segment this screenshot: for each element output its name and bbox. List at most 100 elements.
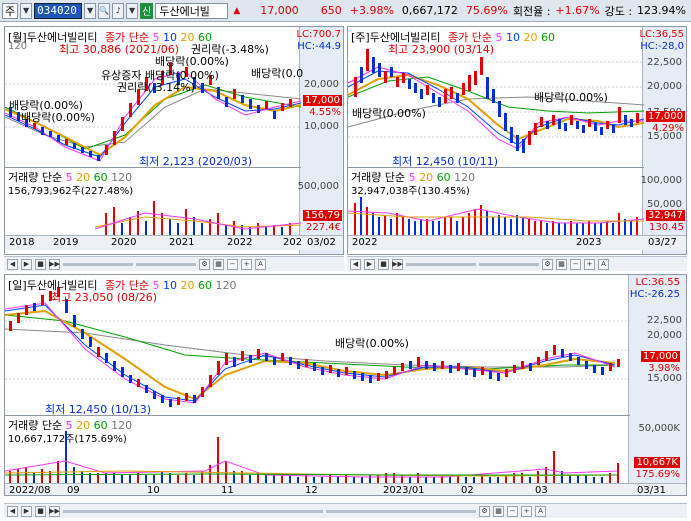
daily-chart-panel[interactable]: [일]두산에너빌리티 종가 단순 5 10 20 60 120 최고 23,05… (4, 274, 687, 496)
volume-pct-box: 227.4€ (306, 222, 341, 233)
hc-value: HC:-28,0 (640, 41, 684, 52)
monthly-volume-plot (94, 201, 301, 235)
price-tick: 22,500 (647, 315, 682, 326)
current-price: 17,000 (260, 4, 299, 17)
chevron-down-icon[interactable]: ▼ (20, 2, 33, 19)
x-label: 09 (67, 485, 80, 496)
current-price-box: 17,000 (641, 351, 680, 362)
x-label: 2023 (576, 237, 602, 248)
ma60-label: 60 (198, 279, 213, 292)
next-button[interactable]: ▶ (21, 258, 32, 270)
volume-tick: 50,000K (638, 423, 680, 434)
price-change-pct: +3.98% (349, 4, 394, 17)
trade-volume: 0,667,172 (401, 4, 458, 17)
settings-icon[interactable]: ⚙ (479, 505, 490, 517)
ma60-label: 60 (541, 31, 556, 44)
ma120-label: 120 (8, 41, 28, 52)
range-slider[interactable] (136, 262, 196, 266)
volume-box: 156,79 (303, 210, 342, 221)
monthly-chart-panel[interactable]: [월]두산에너빌리티 종가 단순 5 10 20 60 120 최고 30,88… (4, 26, 344, 255)
fast-forward-button[interactable]: ▶▶ (392, 258, 403, 270)
pct-box: 4.55% (309, 107, 341, 118)
top-toolbar: 주 ▼ ▼ 🔍 ♪ ▼ 신 두산에너빌 ▲ 17,000 650 +3.98% … (0, 0, 691, 22)
grid-icon[interactable]: ▦ (213, 258, 224, 270)
hc-value: HC:-26.25 (629, 289, 680, 300)
current-price-box: 17,000 (646, 111, 685, 122)
volume-box: 10,667K (634, 457, 680, 468)
volume-pct: 75.69% (465, 4, 508, 17)
scroll-slider[interactable] (406, 262, 476, 266)
x-label: 02 (461, 485, 474, 496)
stock-name-field[interactable]: 두산에너빌 (155, 2, 229, 19)
ma10-label: 10 (163, 279, 178, 292)
stop-button[interactable]: ■ (378, 258, 389, 270)
text-tool-button[interactable]: A (535, 505, 546, 517)
prev-button[interactable]: ◀ (7, 258, 18, 270)
credit-badge: 신 (140, 2, 154, 19)
search-icon[interactable]: 🔍 (98, 2, 111, 19)
next-button[interactable]: ▶ (364, 258, 375, 270)
next-button[interactable]: ▶ (21, 505, 32, 517)
current-price-box: 17,000 (303, 95, 342, 106)
event-label: 권리락(-3.14%) (117, 81, 195, 94)
lc-value: LC:36.55 (635, 277, 680, 288)
high-note: 최고 23,900 (03/14) (388, 43, 495, 56)
fast-forward-button[interactable]: ▶▶ (49, 258, 60, 270)
grid-icon[interactable]: ▦ (556, 258, 567, 270)
zoom-in-button[interactable]: + (584, 258, 595, 270)
hc-value: HC:-44.9 (297, 41, 341, 52)
ma20-label: 20 (180, 279, 195, 292)
stop-button[interactable]: ■ (35, 505, 46, 517)
scroll-slider[interactable] (63, 509, 323, 513)
x-label: 2022 (352, 237, 378, 248)
range-slider[interactable] (479, 262, 539, 266)
lc-value: LC:36,55 (639, 29, 684, 40)
zoom-in-button[interactable]: + (521, 505, 532, 517)
zoom-out-button[interactable]: − (507, 505, 518, 517)
volume-tick: 100,000 (640, 175, 682, 186)
weekly-chart-panel[interactable]: [주]두산에너빌리티 종가 단순 5 10 20 60 최고 23,900 (0… (347, 26, 687, 255)
zoom-out-button[interactable]: − (570, 258, 581, 270)
settings-icon[interactable]: ⚙ (542, 258, 553, 270)
zoom-in-button[interactable]: + (241, 258, 252, 270)
weekly-volume-plot (348, 197, 644, 235)
prev-button[interactable]: ◀ (7, 505, 18, 517)
price-tick: 22,500 (647, 57, 682, 68)
grid-icon[interactable]: ▦ (493, 505, 504, 517)
chevron-down-icon[interactable]: ▼ (126, 2, 139, 19)
volume-tick: 50,000 (647, 199, 682, 210)
prev-button[interactable]: ◀ (350, 258, 361, 270)
x-axis: 2022/08 09 10 11 12 2023/01 02 03 03/31 (5, 483, 686, 496)
x-label: 2022/08 (9, 485, 51, 496)
price-tick: 20,000 (647, 330, 682, 341)
date-label: 03/02 (307, 237, 336, 248)
volume-pct-box: 175.69% (635, 469, 681, 480)
speaker-icon[interactable]: ♪ (112, 2, 125, 19)
high-note: 최고 23,050 (08/26) (51, 291, 158, 304)
text-tool-button[interactable]: A (598, 258, 609, 270)
range-slider[interactable] (326, 509, 476, 513)
x-axis: 2018 2019 2020 2021 2022 202 03/02 (5, 235, 343, 250)
settings-icon[interactable]: ⚙ (199, 258, 210, 270)
x-label: 2022 (227, 237, 253, 248)
monthly-controls: ◀ ▶ ■ ▶▶ ⚙ ▦ − + A (4, 256, 344, 271)
date-label: 03/31 (637, 485, 666, 496)
zoom-out-button[interactable]: − (227, 258, 238, 270)
event-label: 배당락(0.00%) (155, 55, 229, 68)
scroll-slider[interactable] (63, 262, 133, 266)
volume-tick: 500,000 (297, 181, 339, 192)
price-arrow-icon: ▲ (233, 5, 241, 16)
stop-button[interactable]: ■ (35, 258, 46, 270)
stock-code-input[interactable] (34, 2, 83, 19)
chevron-down-icon[interactable]: ▼ (84, 2, 97, 19)
event-label: 배당락(0.00%) (534, 91, 608, 104)
x-label: 03 (535, 485, 548, 496)
ma5-label: 5 (495, 31, 503, 44)
chart-mode-label: 주 (5, 4, 16, 18)
event-label: 배당락(0.00%) (21, 111, 95, 124)
fast-forward-button[interactable]: ▶▶ (49, 505, 60, 517)
chart-mode-select[interactable]: 주 (2, 2, 19, 19)
x-label: 2021 (169, 237, 195, 248)
turnover-value: +1.67% (555, 4, 600, 17)
text-tool-button[interactable]: A (255, 258, 266, 270)
